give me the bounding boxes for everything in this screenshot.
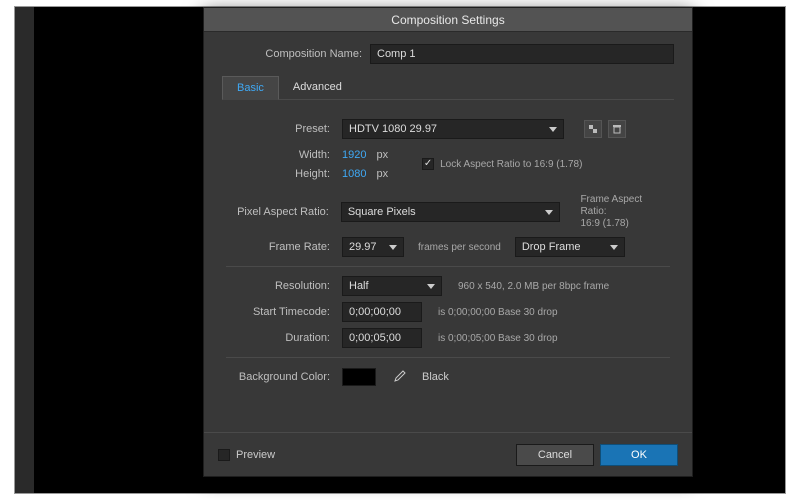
duration-input[interactable]: 0;00;05;00 <box>342 328 422 348</box>
height-unit: px <box>376 168 388 180</box>
divider <box>226 357 670 358</box>
height-label: Height: <box>226 168 336 180</box>
lock-aspect-checkbox[interactable]: ✓ <box>422 158 434 170</box>
chevron-down-icon <box>389 245 397 250</box>
bg-color-swatch[interactable] <box>342 368 376 386</box>
eyedropper-button[interactable] <box>390 368 408 386</box>
delete-preset-button[interactable] <box>608 120 626 138</box>
comp-name-row: Composition Name: Comp 1 <box>222 44 674 64</box>
drop-frame-value: Drop Frame <box>522 241 581 253</box>
resolution-label: Resolution: <box>226 280 336 292</box>
cancel-button[interactable]: Cancel <box>516 444 594 466</box>
par-value: Square Pixels <box>348 206 416 218</box>
dialog-footer: Preview Cancel OK <box>204 432 692 476</box>
start-tc-label: Start Timecode: <box>226 306 336 318</box>
tab-advanced[interactable]: Advanced <box>279 76 356 99</box>
preset-row: Preset: HDTV 1080 29.97 <box>226 116 670 142</box>
par-row: Pixel Aspect Ratio: Square Pixels Frame … <box>226 194 670 230</box>
bg-color-name: Black <box>422 371 449 383</box>
height-row: Height: 1080 px ✓ Lock Aspect Ratio to 1… <box>226 168 670 194</box>
par-label: Pixel Aspect Ratio: <box>226 206 335 218</box>
tab-bar: Basic Advanced <box>222 76 674 100</box>
eyedropper-icon <box>392 370 406 384</box>
bg-color-label: Background Color: <box>226 371 336 383</box>
duration-info: is 0;00;05;00 Base 30 drop <box>438 333 558 344</box>
start-tc-row: Start Timecode: 0;00;00;00 is 0;00;00;00… <box>226 299 670 325</box>
resolution-value: Half <box>349 280 369 292</box>
ok-button[interactable]: OK <box>600 444 678 466</box>
par-select[interactable]: Square Pixels <box>341 202 561 222</box>
stage-area: Composition Settings Composition Name: C… <box>35 7 785 493</box>
drop-frame-select[interactable]: Drop Frame <box>515 237 625 257</box>
preset-select[interactable]: HDTV 1080 29.97 <box>342 119 564 139</box>
save-preset-button[interactable] <box>584 120 602 138</box>
chevron-down-icon <box>549 127 557 132</box>
width-value[interactable]: 1920 <box>342 149 366 161</box>
duration-value: 0;00;05;00 <box>349 332 401 344</box>
chevron-down-icon <box>545 210 553 215</box>
fps-select[interactable]: 29.97 <box>342 237 404 257</box>
resolution-row: Resolution: Half 960 x 540, 2.0 MB per 8… <box>226 273 670 299</box>
lock-aspect-label: Lock Aspect Ratio to 16:9 (1.78) <box>440 159 582 170</box>
comp-name-input[interactable]: Comp 1 <box>370 44 674 64</box>
app-frame: Composition Settings Composition Name: C… <box>14 6 786 494</box>
divider <box>226 266 670 267</box>
dialog-title: Composition Settings <box>204 8 692 32</box>
fps-row: Frame Rate: 29.97 frames per second Drop… <box>226 234 670 260</box>
comp-name-label: Composition Name: <box>222 48 370 60</box>
bg-color-row: Background Color: Black <box>226 364 670 390</box>
preset-label: Preset: <box>226 123 336 135</box>
save-icon <box>588 124 598 134</box>
start-tc-info: is 0;00;00;00 Base 30 drop <box>438 307 558 318</box>
frame-aspect-info: Frame Aspect Ratio: 16:9 (1.78) <box>580 194 670 230</box>
frame-aspect-label: Frame Aspect Ratio: <box>580 194 670 218</box>
frame-aspect-value: 16:9 (1.78) <box>580 218 670 230</box>
dialog-title-text: Composition Settings <box>391 13 504 27</box>
resolution-select[interactable]: Half <box>342 276 442 296</box>
trash-icon <box>612 124 622 134</box>
basic-panel: Preset: HDTV 1080 29.97 <box>222 108 674 432</box>
start-tc-value: 0;00;00;00 <box>349 306 401 318</box>
width-label: Width: <box>226 149 336 161</box>
resolution-info: 960 x 540, 2.0 MB per 8bpc frame <box>458 281 609 292</box>
lock-aspect-group: ✓ Lock Aspect Ratio to 16:9 (1.78) <box>422 158 582 170</box>
comp-name-value: Comp 1 <box>377 48 416 60</box>
preset-value: HDTV 1080 29.97 <box>349 123 437 135</box>
duration-label: Duration: <box>226 332 336 344</box>
fps-suffix: frames per second <box>418 242 501 253</box>
tab-basic[interactable]: Basic <box>222 76 279 100</box>
fps-value: 29.97 <box>349 241 377 253</box>
preview-checkbox[interactable] <box>218 449 230 461</box>
dialog-body: Composition Name: Comp 1 Basic Advanced <box>204 32 692 432</box>
left-gutter <box>15 7 35 493</box>
preview-label: Preview <box>236 449 275 461</box>
fps-label: Frame Rate: <box>226 241 336 253</box>
chevron-down-icon <box>610 245 618 250</box>
composition-settings-dialog: Composition Settings Composition Name: C… <box>203 7 693 477</box>
height-value[interactable]: 1080 <box>342 168 366 180</box>
width-unit: px <box>376 149 388 161</box>
start-tc-input[interactable]: 0;00;00;00 <box>342 302 422 322</box>
chevron-down-icon <box>427 284 435 289</box>
duration-row: Duration: 0;00;05;00 is 0;00;05;00 Base … <box>226 325 670 351</box>
